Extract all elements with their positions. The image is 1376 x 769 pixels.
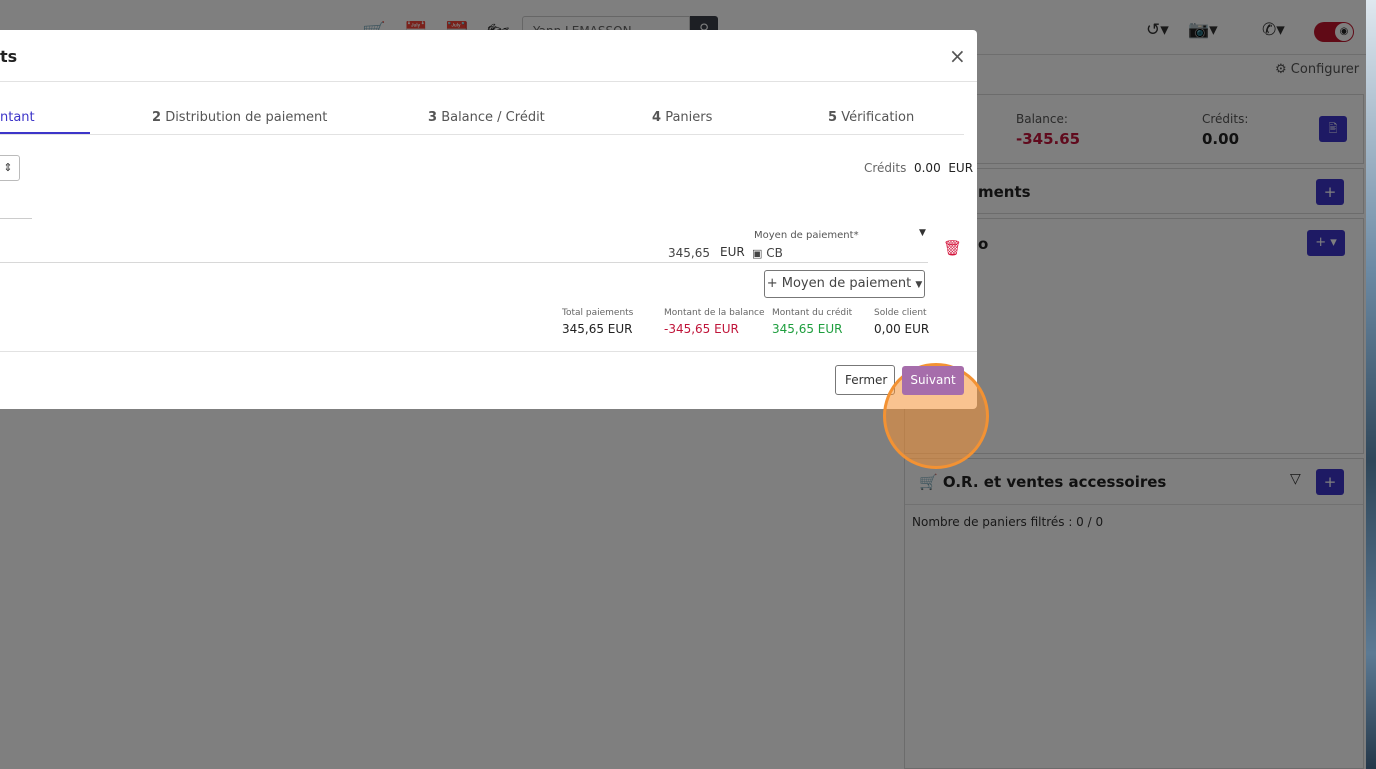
payment-modal: ts × ntant 2 Distribution de paiement 3 … xyxy=(0,30,989,469)
step-2-payment-distribution[interactable]: 2 Distribution de paiement xyxy=(152,110,327,125)
credits-currency: EUR xyxy=(948,161,974,175)
add-payment-method-label: Moyen de paiement xyxy=(781,276,912,291)
step-3-balance-credit[interactable]: 3 Balance / Crédit xyxy=(428,110,545,125)
modal-footer-divider xyxy=(0,351,977,352)
credits-label: Crédits xyxy=(864,161,907,175)
payment-amount-input[interactable]: 345,65 xyxy=(668,246,718,263)
credits-value: 0.00 xyxy=(913,161,941,175)
payment-method-select[interactable]: ▣ CB xyxy=(752,246,783,260)
payment-currency: EUR xyxy=(720,245,745,259)
credits-summary: Crédits 0.00 EUR xyxy=(864,161,973,175)
credit-amount-label: Montant du crédit xyxy=(772,308,853,318)
chevron-down-icon: ▼ xyxy=(915,280,923,290)
payment-method-label: Moyen de paiement* xyxy=(754,230,859,241)
input-underline xyxy=(0,218,32,219)
next-button[interactable]: Suivant xyxy=(902,366,964,395)
step-5-verification[interactable]: 5 Vérification xyxy=(828,110,914,125)
step-4-label: Paniers xyxy=(665,110,713,125)
step-1-amount[interactable]: ntant xyxy=(0,110,35,125)
total-payments-value: 345,65 EUR xyxy=(562,322,633,336)
card-icon: ▣ xyxy=(752,247,763,260)
total-payments-label: Total paiements xyxy=(562,308,634,318)
balance-amount-label: Montant de la balance xyxy=(664,308,765,318)
chevron-down-icon[interactable]: ▼ xyxy=(919,228,926,238)
desktop-background-edge xyxy=(1366,0,1376,769)
client-balance-label: Solde client xyxy=(874,308,927,318)
sort-select[interactable]: ⇕ xyxy=(0,155,20,181)
payment-row-divider xyxy=(0,262,928,263)
modal-close-button[interactable]: × xyxy=(949,44,966,68)
modal-header-divider xyxy=(0,81,977,82)
step-3-label: Balance / Crédit xyxy=(441,110,545,125)
stepper-divider xyxy=(0,134,964,135)
step-2-number: 2 xyxy=(152,110,162,125)
add-payment-method-button[interactable]: + Moyen de paiement ▼ xyxy=(764,270,925,298)
step-1-label: ntant xyxy=(0,110,35,125)
balance-amount-value: -345,65 EUR xyxy=(664,322,739,336)
step-5-label: Vérification xyxy=(841,110,915,125)
step-4-number: 4 xyxy=(652,110,662,125)
step-5-number: 5 xyxy=(828,110,838,125)
credit-amount-value: 345,65 EUR xyxy=(772,322,843,336)
close-button[interactable]: Fermer xyxy=(835,365,895,395)
modal-title: ts xyxy=(0,47,18,66)
client-balance-value: 0,00 EUR xyxy=(874,322,930,336)
payment-method-value: CB xyxy=(766,246,783,260)
step-2-label: Distribution de paiement xyxy=(165,110,328,125)
plus-icon: + xyxy=(766,276,778,291)
step-4-baskets[interactable]: 4 Paniers xyxy=(652,110,712,125)
trash-icon[interactable]: 🗑 xyxy=(943,239,962,257)
sort-arrows-icon: ⇕ xyxy=(3,161,13,174)
step-3-number: 3 xyxy=(428,110,438,125)
